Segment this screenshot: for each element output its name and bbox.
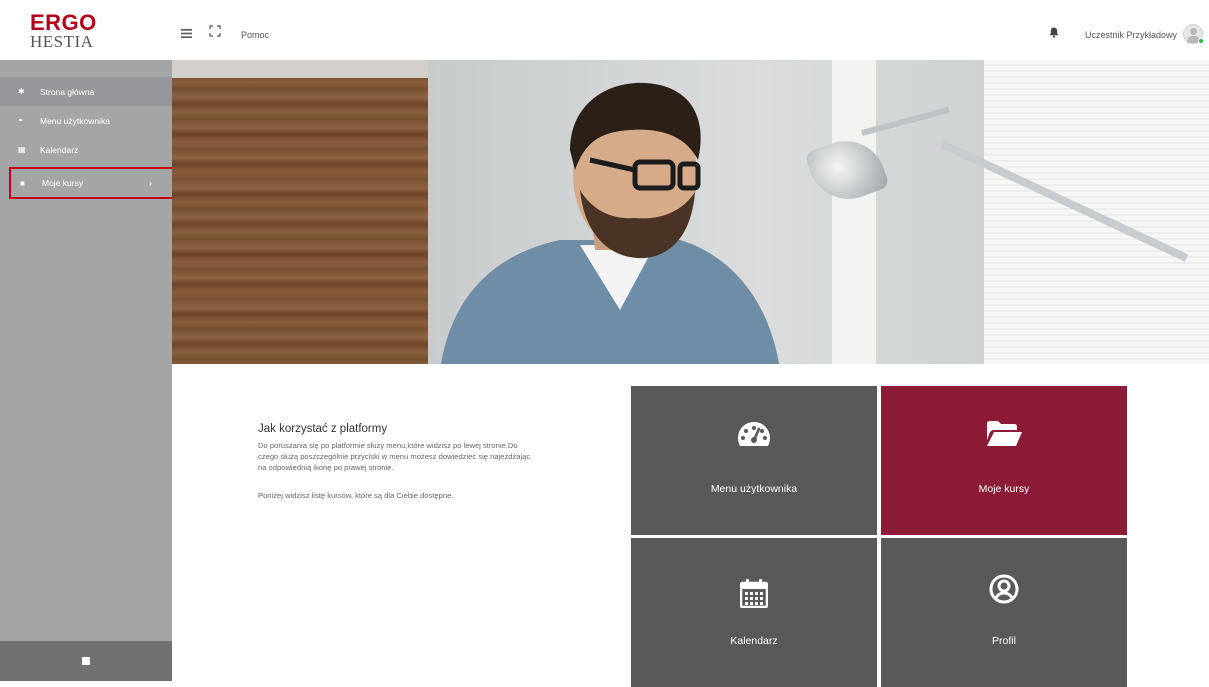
calendar-icon [631, 578, 877, 608]
user-name[interactable]: Uczestnik Przykładowy [1085, 30, 1177, 40]
sidebar-item-home[interactable]: ✱ Strona główna [0, 77, 172, 106]
hero-image [172, 60, 1209, 364]
chevron-right-icon: › [149, 178, 152, 188]
sidebar-item-label: Kalendarz [40, 144, 79, 155]
sidebar-item-label: Menu użytkownika [40, 115, 110, 126]
sidebar-item-calendar[interactable]: ▦ Kalendarz [0, 135, 172, 164]
dashboard-icon: ◓ [18, 116, 23, 125]
tile-label: Profil [992, 635, 1016, 647]
hero-wood-panel [172, 60, 428, 364]
sidebar-item-my-courses[interactable]: ■ Moje kursy › [9, 167, 174, 199]
avatar-head [1190, 28, 1197, 35]
sidebar-footer [0, 641, 172, 681]
sidebar-item-label: Moje kursy [42, 178, 84, 188]
tile-label: Menu użytkownika [710, 483, 798, 495]
sidebar-item-user-menu[interactable]: ◓ Menu użytkownika [0, 106, 172, 135]
calendar-icon: ▦ [18, 145, 26, 154]
help-link[interactable]: Pomoc [241, 30, 269, 40]
tile-label: Moje kursy [978, 483, 1030, 495]
user-circle-icon [881, 574, 1127, 604]
logo-line-hestia: HESTIA [30, 32, 94, 51]
home-icon: ✱ [18, 87, 25, 96]
tile-profile[interactable]: Profil [881, 538, 1127, 687]
folder-open-icon [881, 420, 1127, 450]
hero-person [441, 82, 779, 364]
tile-label: Kalendarz [730, 635, 778, 647]
intro-paragraph-courses: Poniżej widzisz listę kursów, które są d… [258, 491, 454, 500]
avatar[interactable] [1183, 24, 1204, 44]
dashboard-icon [631, 420, 877, 450]
hero-light-panel [832, 60, 876, 364]
sidebar: ✱ Strona główna ◓ Menu użytkownika ▦ Kal… [0, 60, 174, 681]
intro-paragraph: Do poruszania się po platformie służy me… [258, 441, 531, 472]
hamburger-icon[interactable] [181, 27, 192, 40]
intro-section: Jak korzystać z platformy Do poruszania … [258, 423, 538, 501]
hero-shelf [172, 60, 428, 78]
tile-user-menu[interactable]: Menu użytkownika [631, 386, 877, 535]
tile-my-courses[interactable]: Moje kursy [881, 386, 1127, 535]
expand-icon[interactable] [209, 25, 221, 39]
intro-title: Jak korzystać z platformy [258, 423, 388, 435]
bell-icon[interactable] [1049, 27, 1059, 40]
folder-icon: ■ [20, 178, 25, 188]
top-bar: ERGO HESTIA Pomoc Uczestnik Przykładowy [0, 0, 1209, 60]
tile-calendar[interactable]: Kalendarz [631, 538, 877, 687]
online-status-dot [1198, 38, 1204, 44]
sidebar-item-label: Strona główna [40, 86, 95, 97]
footer-square-icon[interactable] [82, 657, 90, 665]
ergo-hestia-logo[interactable]: ERGO HESTIA [30, 10, 97, 51]
logo-line-ergo: ERGO [30, 10, 97, 35]
